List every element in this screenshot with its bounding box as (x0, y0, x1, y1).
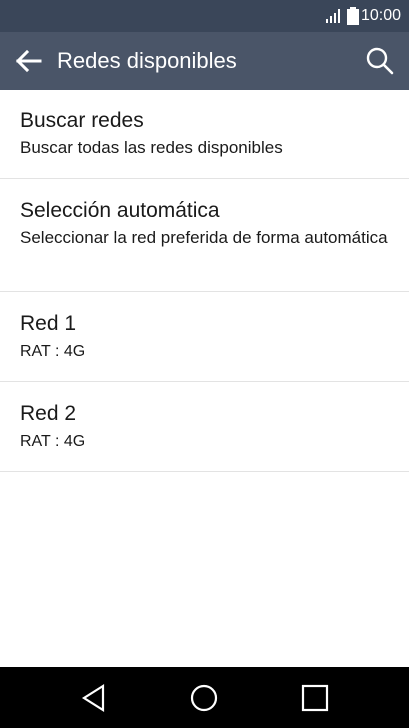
list-item-title: Selección automática (20, 199, 220, 222)
list-item-title: Red 2 (20, 402, 77, 425)
back-button[interactable] (10, 43, 46, 79)
navigation-bar (0, 667, 409, 728)
list-item-network-1[interactable]: Red 1 RAT : 4G (0, 292, 409, 382)
list-item-search-networks[interactable]: Buscar redes Buscar todas las redes disp… (0, 90, 409, 179)
signal-icon (325, 9, 340, 23)
list-item-subtitle: Seleccionar la red preferida de forma au… (20, 228, 388, 247)
status-icons: 10:00 (325, 0, 401, 32)
battery-icon (346, 7, 359, 25)
status-clock: 10:00 (360, 7, 401, 24)
network-list: Buscar redes Buscar todas las redes disp… (0, 90, 409, 472)
recents-square-icon (301, 684, 329, 712)
home-circle-icon (190, 684, 218, 712)
list-item-network-2[interactable]: Red 2 RAT : 4G (0, 382, 409, 472)
list-item-automatic-selection[interactable]: Selección automática Seleccionar la red … (0, 179, 409, 292)
list-item-title: Buscar redes (20, 109, 144, 132)
list-item-title: Red 1 (20, 312, 77, 335)
screen: 10:00 Redes disponibles Buscar redes Bus… (0, 0, 409, 728)
page-title: Redes disponibles (57, 48, 237, 73)
list-item-subtitle: RAT : 4G (20, 343, 86, 360)
nav-home-button[interactable] (187, 681, 221, 715)
nav-back-button[interactable] (77, 681, 111, 715)
search-button[interactable] (361, 42, 399, 80)
search-icon (366, 47, 394, 75)
back-triangle-icon (81, 684, 105, 712)
list-item-subtitle: RAT : 4G (20, 433, 86, 450)
status-bar: 10:00 (0, 0, 409, 32)
arrow-left-icon (15, 49, 42, 73)
list-item-subtitle: Buscar todas las redes disponibles (20, 138, 283, 157)
nav-recents-button[interactable] (298, 681, 332, 715)
app-bar: Redes disponibles (0, 32, 409, 90)
